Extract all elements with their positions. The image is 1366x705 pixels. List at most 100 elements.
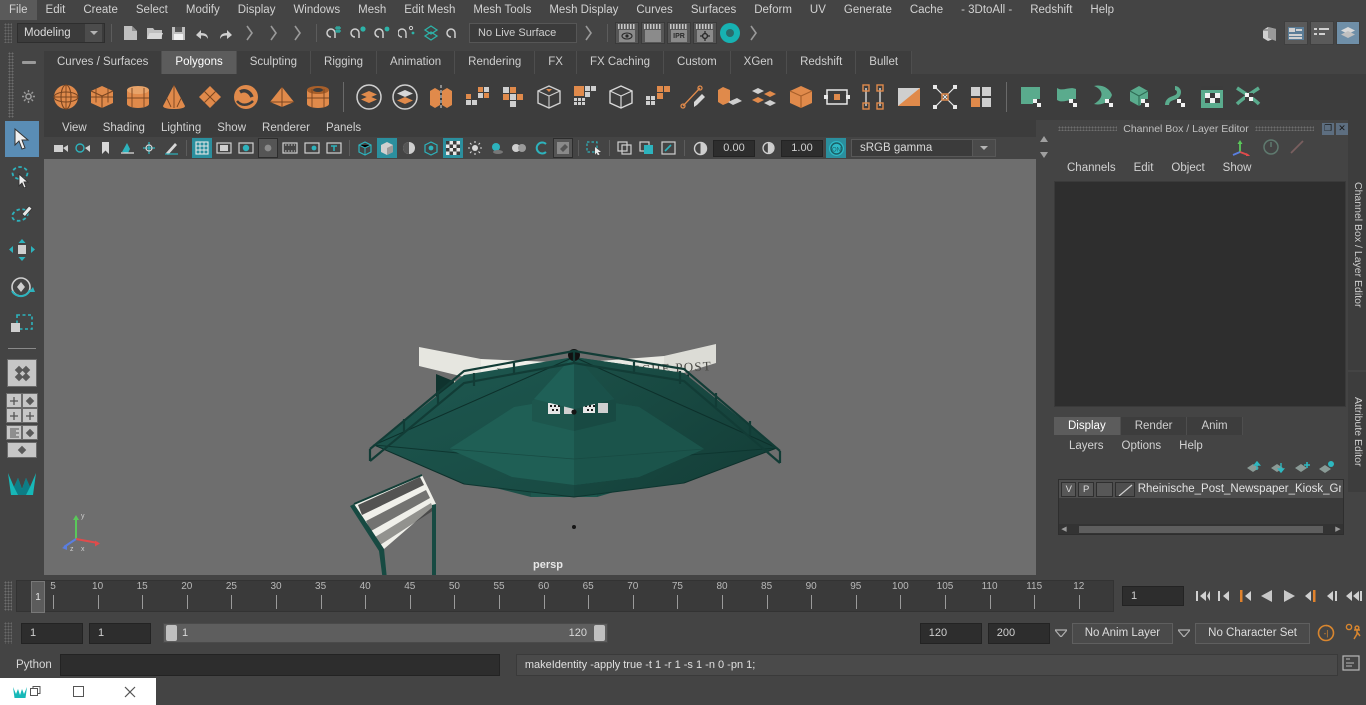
shelf-tab-sculpting[interactable]: Sculpting <box>236 51 312 74</box>
close-button[interactable] <box>104 678 156 705</box>
side-tab-channel-box[interactable]: Channel Box / Layer Editor <box>1348 120 1366 370</box>
shelf-collapse-icon[interactable] <box>22 61 36 64</box>
script-editor-icon[interactable] <box>1342 655 1362 675</box>
move-layer-up-icon[interactable] <box>1244 459 1264 475</box>
current-frame-field[interactable]: 1 <box>1122 586 1184 606</box>
render-sequence-icon[interactable] <box>641 22 665 44</box>
uv-cube-map-icon[interactable] <box>1123 79 1157 115</box>
menu-cache[interactable]: Cache <box>901 0 952 20</box>
xray-active-components-icon[interactable] <box>659 138 679 158</box>
ipr-render-icon[interactable]: IPR <box>667 22 691 44</box>
animation-end-time-field[interactable]: 200 <box>987 622 1050 644</box>
snap-to-point-icon[interactable] <box>372 22 394 44</box>
range-slider[interactable]: 1 120 <box>163 623 608 643</box>
uv-plane-icon[interactable] <box>1015 79 1049 115</box>
display-layer-list[interactable]: V P Rheinische_Post_Newspaper_Kiosk_Gre … <box>1058 479 1344 535</box>
title-safe-icon[interactable] <box>324 138 344 158</box>
scroll-right-icon[interactable]: ▶ <box>1333 525 1343 533</box>
status-line-grip[interactable] <box>4 23 12 43</box>
playback-start-time-field[interactable]: 1 <box>89 622 151 644</box>
poly-multi-cut-icon[interactable] <box>676 79 710 115</box>
menu-mesh[interactable]: Mesh <box>349 0 395 20</box>
gamma-icon[interactable] <box>758 138 778 158</box>
open-scene-icon[interactable] <box>143 22 165 44</box>
poly-cylinder-icon[interactable] <box>121 79 155 115</box>
animation-start-time-field[interactable]: 1 <box>21 622 83 644</box>
play-backwards-button[interactable] <box>1256 585 1278 607</box>
menu-surfaces[interactable]: Surfaces <box>682 0 745 20</box>
layout-hypergraph[interactable] <box>5 442 39 458</box>
shelf-tab-animation[interactable]: Animation <box>377 51 456 74</box>
poly-checker-tile-icon[interactable] <box>964 79 998 115</box>
rotate-tool[interactable] <box>5 269 39 305</box>
last-tool-used[interactable] <box>5 355 39 391</box>
range-slider-grip[interactable] <box>4 622 12 644</box>
viewport-right-scroll[interactable] <box>1036 120 1052 575</box>
poly-pyramid-icon[interactable] <box>265 79 299 115</box>
shelf-tab-polygons[interactable]: Polygons <box>162 51 237 74</box>
menu-help[interactable]: Help <box>1081 0 1123 20</box>
go-to-start-button[interactable] <box>1190 585 1212 607</box>
menu-3dtoall[interactable]: - 3DtoAll - <box>952 0 1021 20</box>
layout-cell[interactable] <box>22 425 38 440</box>
go-to-end-button[interactable] <box>1344 585 1366 607</box>
menu-create[interactable]: Create <box>74 0 127 20</box>
time-slider-grip[interactable] <box>4 581 12 611</box>
layout-cell[interactable] <box>6 393 22 408</box>
poly-smooth-icon[interactable] <box>532 79 566 115</box>
selection-mask-component-icon[interactable] <box>287 22 309 44</box>
poly-pipe-icon[interactable] <box>301 79 335 115</box>
menu-curves[interactable]: Curves <box>627 0 681 20</box>
safe-action-icon[interactable] <box>302 138 322 158</box>
color-management-toggle-icon[interactable]: ON <box>826 138 846 158</box>
texture-display-icon[interactable] <box>443 138 463 158</box>
shelf-tab-fx-caching[interactable]: FX Caching <box>576 51 665 74</box>
poly-combine-icon[interactable] <box>352 79 386 115</box>
layer-color-swatch[interactable] <box>1115 481 1135 497</box>
viewport-menu-renderer[interactable]: Renderer <box>254 120 318 137</box>
image-plane-icon[interactable] <box>117 138 137 158</box>
slash-icon[interactable] <box>1288 138 1306 156</box>
viewport-menu-view[interactable]: View <box>54 120 95 137</box>
poly-crease-icon[interactable] <box>856 79 890 115</box>
tab-render-layers[interactable]: Render <box>1120 417 1188 435</box>
range-end-handle[interactable] <box>594 625 605 641</box>
tool-settings-icon[interactable] <box>1310 21 1334 45</box>
speed-dial-icon[interactable] <box>1262 138 1280 156</box>
shelf-tab-custom[interactable]: Custom <box>664 51 731 74</box>
maximize-button[interactable] <box>52 678 104 705</box>
exposure-field[interactable]: 0.00 <box>713 139 755 157</box>
menu-redshift[interactable]: Redshift <box>1021 0 1081 20</box>
layer-visibility-toggle[interactable]: V <box>1061 481 1077 497</box>
poly-cone-icon[interactable] <box>157 79 191 115</box>
new-layer-from-selected-icon[interactable] <box>1316 459 1336 475</box>
layout-cell[interactable] <box>6 408 22 423</box>
chevron-down-icon[interactable] <box>1053 623 1069 643</box>
poly-separate-icon[interactable] <box>388 79 422 115</box>
play-forwards-button[interactable] <box>1278 585 1300 607</box>
undo-icon[interactable] <box>191 22 213 44</box>
channels-menu[interactable]: Channels <box>1058 162 1125 174</box>
move-tool[interactable] <box>5 232 39 268</box>
camera-attributes-icon[interactable] <box>73 138 93 158</box>
menu-generate[interactable]: Generate <box>835 0 901 20</box>
selection-mask-object-icon[interactable] <box>263 22 285 44</box>
menu-uv[interactable]: UV <box>801 0 835 20</box>
viewport-menu-lighting[interactable]: Lighting <box>153 120 209 137</box>
poly-cube-icon[interactable] <box>85 79 119 115</box>
layout-persp-outliner[interactable] <box>5 425 39 440</box>
menu-edit-mesh[interactable]: Edit Mesh <box>395 0 464 20</box>
grease-pencil-icon[interactable] <box>161 138 181 158</box>
character-set-select[interactable]: No Character Set <box>1195 622 1310 644</box>
layer-type-toggle[interactable] <box>1095 481 1114 497</box>
poly-cube-wire-icon[interactable] <box>604 79 638 115</box>
playback-end-time-field[interactable]: 120 <box>919 622 982 644</box>
poly-cube-solid-icon[interactable] <box>784 79 818 115</box>
chevron-right-icon[interactable] <box>578 22 600 44</box>
poly-multi-append-icon[interactable] <box>712 79 746 115</box>
bookmark-icon[interactable] <box>95 138 115 158</box>
viewport-menu-shading[interactable]: Shading <box>95 120 153 137</box>
animation-preferences-icon[interactable] <box>1342 622 1366 644</box>
panel-grip[interactable] <box>1254 126 1314 131</box>
screen-space-ao-icon[interactable] <box>509 138 529 158</box>
